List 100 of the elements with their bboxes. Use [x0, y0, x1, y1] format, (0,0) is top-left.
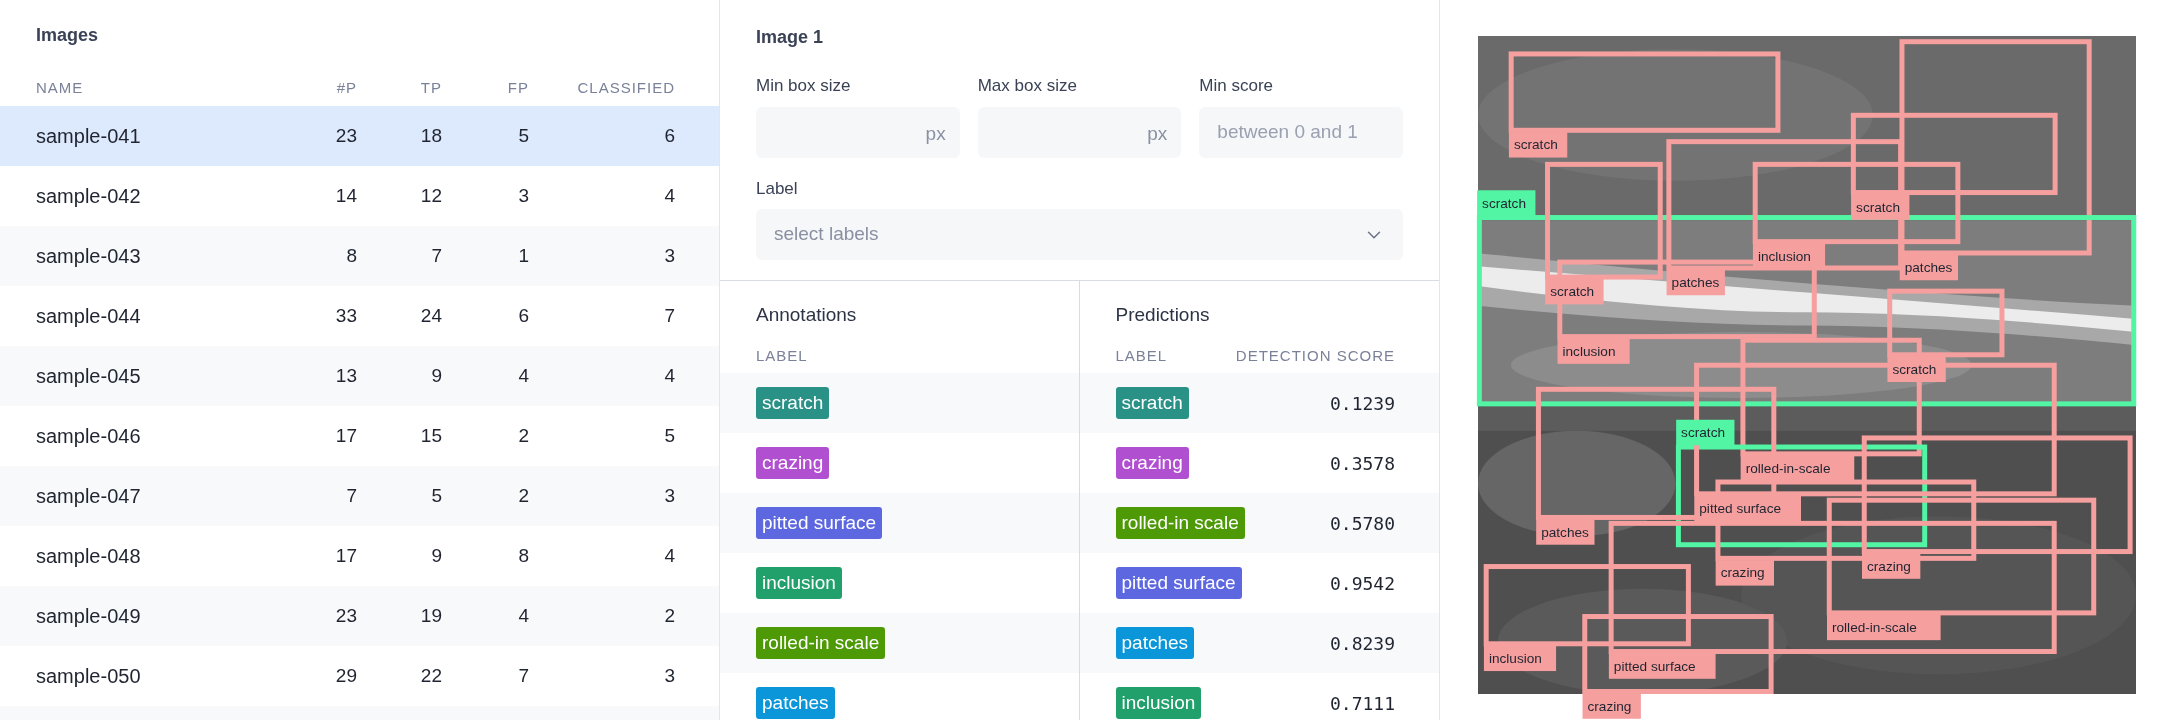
table-row[interactable]: sample-049 23 19 4 2: [0, 586, 719, 646]
table-cell-text: 22: [419, 663, 442, 688]
box-label: scratch: [1508, 132, 1568, 158]
column-header: LABEL: [1115, 345, 1168, 366]
table-cell-text: sample-045: [36, 364, 142, 389]
box-label: scratch: [1887, 356, 1946, 383]
table-cell-text: 6: [663, 123, 675, 148]
score-value: 0.9542: [1329, 571, 1395, 596]
table-cell-text: 3: [517, 183, 529, 208]
box-label: scratch: [1851, 194, 1910, 220]
box-label: crazing: [1582, 693, 1641, 719]
table-cell-text: 23: [334, 123, 357, 148]
table-row[interactable]: sample-041 23 18 5 6: [0, 106, 719, 166]
table-cell-text: 4: [517, 363, 529, 388]
label-tag: scratch: [1115, 387, 1189, 419]
box-label: rolled-in-scale: [1740, 455, 1855, 482]
input-field[interactable]: between 0 and 1: [1199, 106, 1403, 158]
table-row[interactable]: sample-045 13 9 4 4: [0, 346, 719, 406]
table-cell-text: 7: [517, 663, 529, 688]
box-label: rolled-in-scale: [1827, 614, 1941, 641]
table-cell-text: 4: [663, 363, 675, 388]
table-cell-text: 18: [419, 123, 442, 148]
table-cell-text: sample-044: [36, 304, 142, 329]
table-cell-text: 5: [663, 423, 675, 448]
table-cell-text: 19: [419, 603, 442, 628]
table-cell-text: 2: [517, 483, 529, 508]
table-row[interactable]: sample-047 7 5 2 3: [0, 466, 719, 526]
table-cell-text: 29: [334, 663, 357, 688]
box-label: crazing: [1862, 553, 1921, 579]
table-cell-text: 12: [419, 183, 442, 208]
box-label: inclusion: [1557, 338, 1630, 364]
label-tag: patches: [756, 687, 835, 719]
table-cell-text: sample-049: [36, 604, 142, 629]
table-cell-text: 7: [345, 483, 357, 508]
box-label: pitted surface: [1694, 495, 1801, 522]
column-header: FP: [506, 77, 529, 98]
table-cell-text: 14: [334, 183, 357, 208]
table-cell-text: sample-042: [36, 184, 142, 209]
table-cell-text: 17: [334, 543, 357, 568]
table-cell-text: sample-047: [36, 484, 142, 509]
unit-suffix: px: [925, 121, 946, 146]
section-title: Predictions: [1115, 304, 1210, 325]
table-cell-text: 9: [430, 543, 442, 568]
box-label: scratch: [1676, 419, 1735, 446]
field-label: Min box size: [756, 75, 852, 97]
table-cell-text: 4: [663, 183, 675, 208]
label-tag: patches: [1115, 627, 1195, 659]
label-tag: pitted surface: [1115, 567, 1242, 599]
table-cell-text: 17: [334, 423, 357, 448]
box-label: pitted surface: [1608, 653, 1716, 679]
label-tag: crazing: [1115, 447, 1189, 479]
score-value: 0.3578: [1329, 451, 1395, 476]
table-row[interactable]: sample-043 8 7 1 3: [0, 226, 719, 286]
box-label: scratch: [1477, 190, 1536, 216]
column-header: CLASSIFIED: [576, 77, 675, 98]
label-tag: inclusion: [756, 567, 842, 599]
label-tag: inclusion: [1115, 687, 1202, 719]
table-cell-text: 4: [517, 603, 529, 628]
table-cell-text: 6: [517, 303, 529, 328]
table-cell-text: 7: [430, 243, 442, 268]
column-header: LABEL: [756, 345, 808, 366]
table-cell-text: sample-043: [36, 244, 142, 269]
field-label: Label: [756, 177, 799, 200]
table-cell-text: 13: [334, 363, 357, 388]
table-cell-text: sample-048: [36, 544, 142, 569]
score-value: 0.5780: [1329, 511, 1395, 536]
table-cell-text: 2: [517, 423, 529, 448]
table-cell-text: 3: [663, 663, 675, 688]
table-cell-text: 9: [430, 363, 442, 388]
score-value: 0.7111: [1329, 691, 1395, 716]
label-tag: pitted surface: [756, 507, 883, 539]
table-cell-text: 3: [663, 483, 675, 508]
table-cell-text: 4: [663, 543, 675, 568]
table-cell-text: 7: [663, 303, 675, 328]
column-header: TP: [419, 77, 442, 98]
table-cell-text: 5: [430, 483, 442, 508]
box-label: scratch: [1545, 278, 1604, 305]
table-cell-text: 8: [345, 243, 357, 268]
label-tag: rolled-in scale: [756, 627, 886, 659]
table-cell-text: 15: [419, 423, 442, 448]
table-cell-text: sample-041: [36, 124, 142, 149]
score-value: 0.1239: [1329, 391, 1395, 416]
table-cell-text: 33: [334, 303, 357, 328]
box-label: crazing: [1715, 560, 1774, 586]
unit-suffix: px: [1147, 121, 1168, 146]
field-label: Max box size: [977, 75, 1078, 97]
table-cell-text: 8: [517, 543, 529, 568]
label-tag: crazing: [756, 447, 830, 479]
table-cell-text: 3: [663, 243, 675, 268]
box-label: patches: [1536, 519, 1595, 545]
table-cell-text: 24: [419, 303, 442, 328]
panel-title: Image 1: [756, 26, 825, 49]
column-header: DETECTION SCORE: [1235, 345, 1395, 366]
table-cell-text: 2: [663, 603, 675, 628]
section-title: Annotations: [756, 304, 857, 325]
label-tag: scratch: [756, 387, 830, 419]
box-label: inclusion: [1752, 243, 1826, 269]
label-tag: rolled-in scale: [1115, 507, 1245, 539]
table-cell-text: 1: [517, 243, 529, 268]
table-cell-text: 23: [334, 603, 357, 628]
